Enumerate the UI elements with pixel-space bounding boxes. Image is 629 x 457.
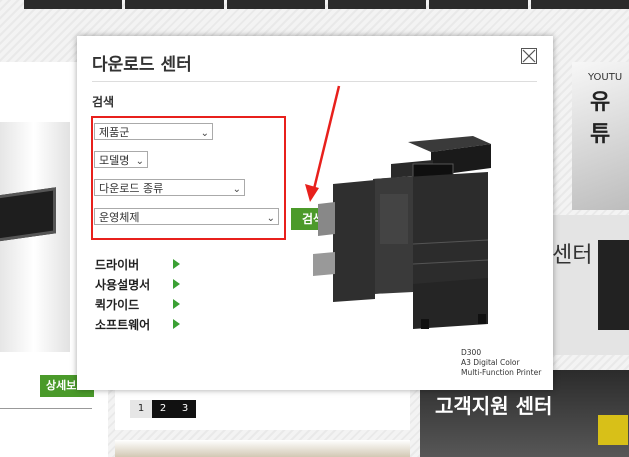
page-2[interactable]: 2 bbox=[152, 400, 174, 418]
modal-title: 다운로드 센터 bbox=[92, 55, 192, 75]
download-center-modal: 다운로드 센터 검색 제품군 ⌄ 모델명 ⌄ 다운로드 종류 ⌄ 운영체제 ⌄ 검색 드… bbox=[77, 36, 553, 390]
pager: 1 2 3 bbox=[130, 400, 196, 418]
arrow-right-icon bbox=[173, 279, 180, 289]
youtube-banner-small-text: YOUTU bbox=[588, 72, 623, 83]
machine-image bbox=[598, 415, 628, 445]
youtube-banner[interactable]: YOUTU 유튜 bbox=[572, 62, 629, 210]
support-banner-title: 고객지원 센터 bbox=[435, 394, 553, 418]
youtube-banner-title: 유튜 bbox=[590, 90, 611, 147]
divider bbox=[0, 408, 92, 409]
page-3[interactable]: 3 bbox=[174, 400, 196, 418]
arrow-right-icon bbox=[173, 319, 180, 329]
search-heading: 검색 bbox=[92, 95, 115, 109]
product-printer-image bbox=[313, 136, 491, 329]
product-desc-line1: A3 Digital Color bbox=[461, 358, 520, 367]
arrow-right-icon bbox=[173, 299, 180, 309]
close-icon bbox=[522, 49, 536, 63]
center-banner[interactable]: 센터 bbox=[540, 215, 629, 355]
product-model: D300 bbox=[461, 348, 482, 357]
product-desc-line2: Multi-Function Printer bbox=[461, 368, 542, 377]
top-nav-bar[interactable] bbox=[24, 0, 629, 9]
category-manual[interactable]: 사용설명서 bbox=[95, 276, 150, 293]
arrow-right-icon bbox=[173, 259, 180, 269]
printer-image bbox=[0, 122, 70, 352]
category-quickguide[interactable]: 퀵가이드 bbox=[95, 296, 139, 313]
divider bbox=[92, 81, 537, 82]
highlight-annotation-box bbox=[91, 116, 286, 240]
background-strip-image bbox=[115, 440, 410, 457]
background-product-card bbox=[0, 62, 78, 352]
page-1[interactable]: 1 bbox=[130, 400, 152, 418]
center-banner-title: 센터 bbox=[552, 243, 593, 268]
printer-image bbox=[598, 240, 629, 330]
product-caption: D300 A3 Digital Color Multi-Function Pri… bbox=[461, 348, 541, 378]
category-driver[interactable]: 드라이버 bbox=[95, 256, 139, 273]
category-software[interactable]: 소프트웨어 bbox=[95, 316, 150, 333]
close-button[interactable] bbox=[521, 48, 537, 64]
